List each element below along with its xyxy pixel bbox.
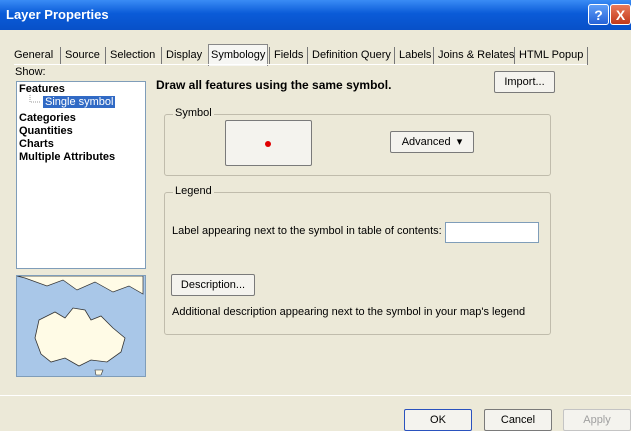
description-button[interactable]: Description... xyxy=(171,274,255,296)
dropdown-arrow-icon: ▾ xyxy=(453,136,463,148)
renderer-tree: Features Single symbol Categories Quanti… xyxy=(16,81,146,269)
tab-definition-query[interactable]: Definition Query xyxy=(307,47,391,65)
tree-item-categories[interactable]: Categories xyxy=(19,112,76,124)
label-prompt: Label appearing next to the symbol in ta… xyxy=(172,225,442,237)
tree-connector xyxy=(29,95,41,103)
description-note: Additional description appearing next to… xyxy=(172,306,526,318)
tab-source[interactable]: Source xyxy=(60,47,100,65)
tree-item-quantities[interactable]: Quantities xyxy=(19,125,73,137)
tree-item-multiple-attributes[interactable]: Multiple Attributes xyxy=(19,151,115,163)
tab-joins-relates[interactable]: Joins & Relates xyxy=(433,47,514,65)
advanced-button[interactable]: Advanced ▾ xyxy=(390,131,474,153)
red-point-symbol-icon xyxy=(265,141,271,147)
advanced-label: Advanced xyxy=(401,136,451,148)
help-button[interactable]: ? xyxy=(588,4,609,25)
legend-label-input[interactable] xyxy=(445,222,539,243)
symbol-group-title: Symbol xyxy=(173,107,214,119)
tree-item-features[interactable]: Features xyxy=(19,83,65,95)
tab-fields[interactable]: Fields xyxy=(269,47,303,65)
renderer-description: Draw all features using the same symbol. xyxy=(156,78,392,92)
tab-display[interactable]: Display xyxy=(161,47,202,65)
tab-general[interactable]: General xyxy=(14,47,53,65)
symbol-group: Symbol xyxy=(164,107,551,176)
tree-item-charts[interactable]: Charts xyxy=(19,138,54,150)
preview-map xyxy=(16,275,146,377)
title-bar: Layer Properties ? X xyxy=(0,0,631,30)
tab-panel-border xyxy=(14,64,587,65)
show-label: Show: xyxy=(15,66,46,78)
footer-divider xyxy=(0,395,631,396)
tree-item-single-symbol[interactable]: Single symbol xyxy=(43,96,116,108)
ok-button[interactable]: OK xyxy=(404,409,472,431)
tab-html-popup[interactable]: HTML Popup xyxy=(514,47,589,65)
close-button[interactable]: X xyxy=(610,4,631,25)
tab-labels[interactable]: Labels xyxy=(394,47,431,65)
tab-symbology[interactable]: Symbology xyxy=(208,44,269,66)
symbol-preview-button[interactable] xyxy=(225,120,312,166)
legend-group-title: Legend xyxy=(173,185,214,197)
tab-selection[interactable]: Selection xyxy=(105,47,155,65)
import-button[interactable]: Import... xyxy=(494,71,555,93)
apply-button[interactable]: Apply xyxy=(563,409,631,431)
cancel-button[interactable]: Cancel xyxy=(484,409,552,431)
window-title: Layer Properties xyxy=(6,7,109,22)
australia-map-image xyxy=(17,276,144,376)
